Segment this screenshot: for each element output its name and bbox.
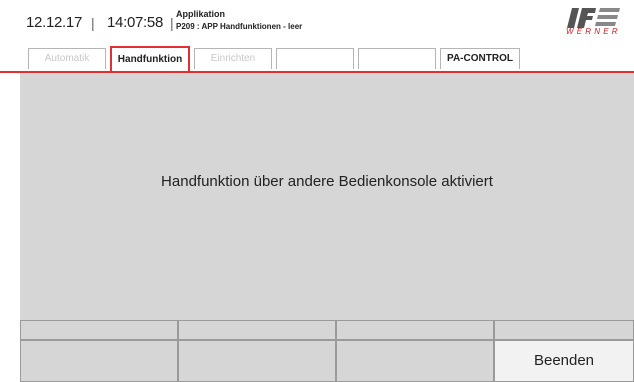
tab-automatik[interactable]: Automatik xyxy=(28,48,106,69)
function-indicator-1 xyxy=(20,320,178,340)
tab-handfunktion[interactable]: Handfunktion xyxy=(110,46,190,71)
tab-einrichten[interactable]: Einrichten xyxy=(194,48,272,69)
header: 12.12.17 | 14:07:58 | Applikation P209 :… xyxy=(0,0,634,46)
function-button-1[interactable] xyxy=(20,340,178,382)
function-bar-top xyxy=(20,320,634,340)
function-button-3[interactable] xyxy=(336,340,494,382)
application-label: Applikation xyxy=(176,9,225,19)
header-separator: | xyxy=(91,15,95,31)
tab-empty-2[interactable] xyxy=(358,48,436,69)
date-display: 12.12.17 xyxy=(26,14,82,31)
status-message: Handfunktion über andere Bedienkonsole a… xyxy=(161,173,493,190)
logo-text: WERNER xyxy=(566,27,621,36)
werner-logo xyxy=(567,8,620,28)
time-display: 14:07:58 xyxy=(107,14,163,31)
beenden-button[interactable]: Beenden xyxy=(494,340,634,382)
function-bar: Beenden xyxy=(20,340,634,382)
tab-pa-control[interactable]: PA-CONTROL xyxy=(440,48,520,69)
header-separator: | xyxy=(170,15,174,31)
main-panel: Handfunktion über andere Bedienkonsole a… xyxy=(20,73,634,320)
function-indicator-3 xyxy=(336,320,494,340)
function-indicator-4 xyxy=(494,320,634,340)
function-button-2[interactable] xyxy=(178,340,336,382)
function-indicator-2 xyxy=(178,320,336,340)
tab-empty-1[interactable] xyxy=(276,48,354,69)
tab-bar: Automatik Handfunktion Einrichten PA-CON… xyxy=(0,46,634,73)
application-subtitle: P209 : APP Handfunktionen - leer xyxy=(176,22,303,31)
